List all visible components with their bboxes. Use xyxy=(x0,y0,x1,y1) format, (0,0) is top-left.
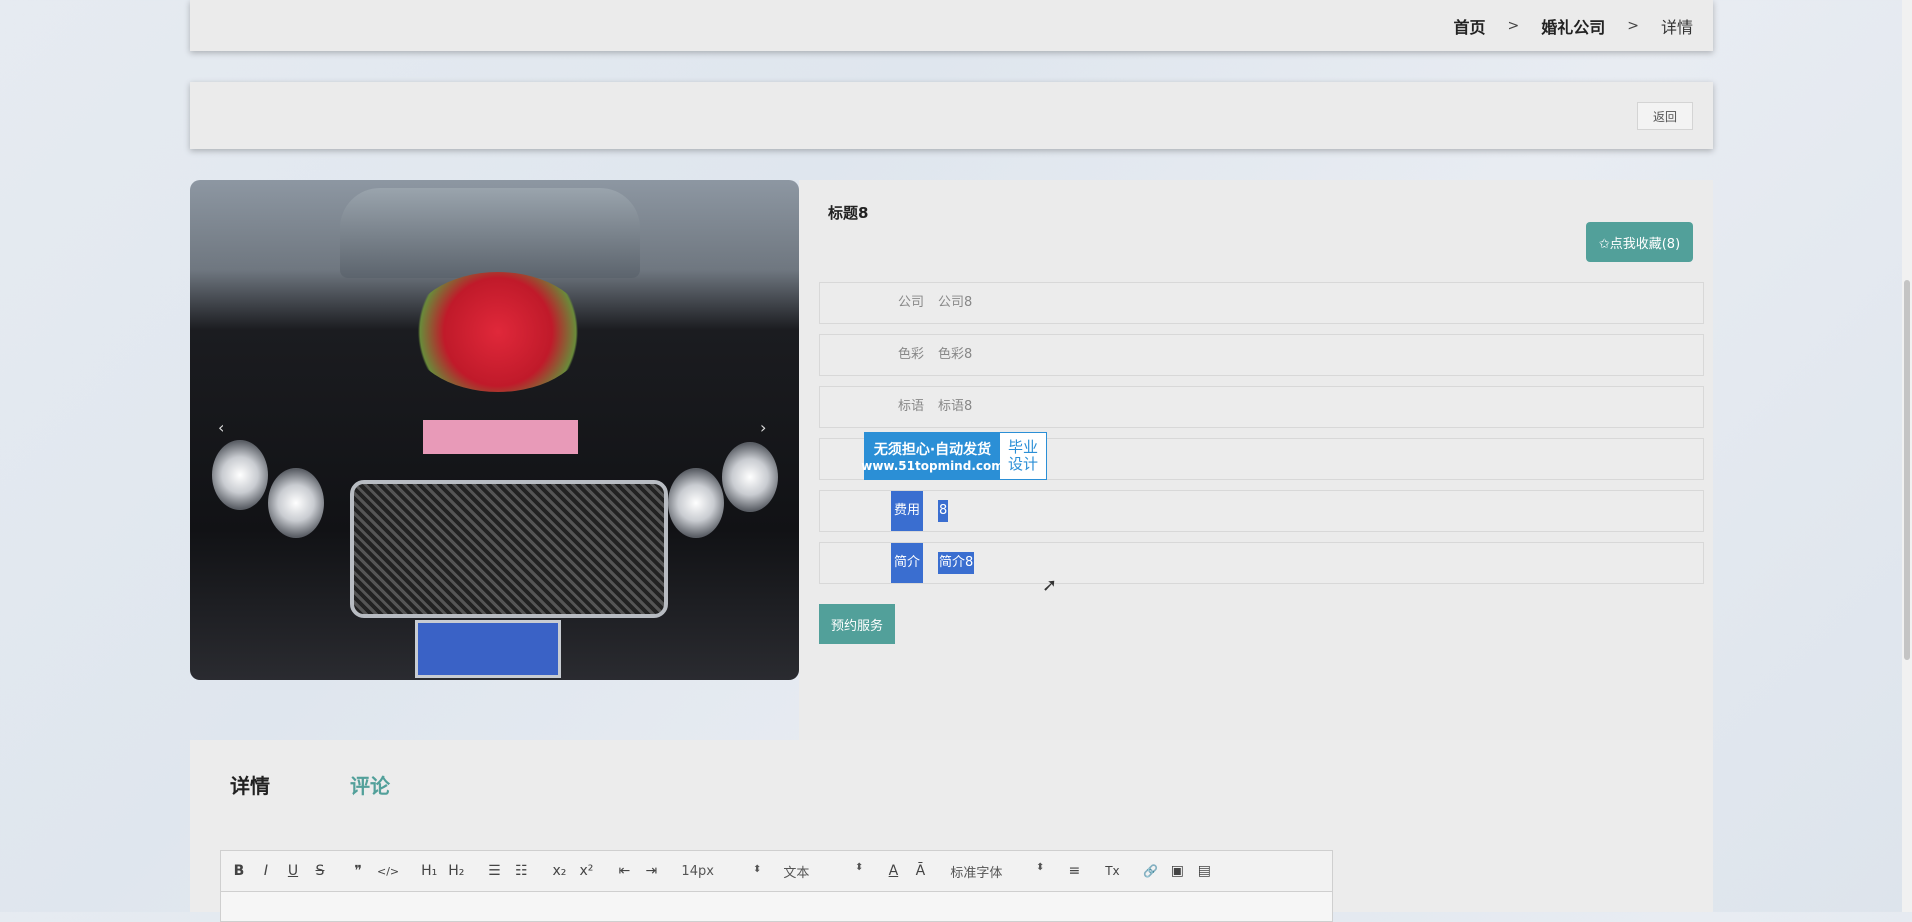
field-value: 标语8 xyxy=(938,399,973,414)
font-size-select[interactable]: 14px ⬍ xyxy=(681,864,761,879)
font-size-value: 14px xyxy=(681,863,714,879)
link-icon[interactable]: 🔗 xyxy=(1142,864,1158,878)
field-row-price: 费用 8 xyxy=(819,490,1704,532)
ordered-list-icon[interactable]: ☰ xyxy=(486,863,502,879)
indent-icon[interactable]: ⇥ xyxy=(643,863,659,879)
heading2-icon[interactable]: H₂ xyxy=(448,863,464,879)
top-bar: 首页 > 婚礼公司 > 详情 xyxy=(190,0,1713,51)
field-label: 色彩 xyxy=(897,347,924,362)
bullet-list-icon[interactable]: ☷ xyxy=(513,863,529,879)
outdent-icon[interactable]: ⇤ xyxy=(616,863,632,879)
field-value: 公司8 xyxy=(938,295,973,310)
video-icon[interactable]: ▤ xyxy=(1196,863,1212,879)
field-value: 色彩8 xyxy=(938,347,973,362)
breadcrumb-home[interactable]: 首页 xyxy=(1453,14,1485,38)
image-icon[interactable]: ▣ xyxy=(1169,863,1185,879)
background-color-icon[interactable]: Ā xyxy=(912,863,928,879)
select-caret-icon: ⬍ xyxy=(855,861,864,873)
field-value: 8 xyxy=(938,500,949,522)
font-family-select[interactable]: 标准字体 ⬍ xyxy=(950,862,1044,881)
field-row-intro: 简介 简介8 xyxy=(819,542,1704,584)
italic-icon[interactable]: I xyxy=(258,863,274,879)
field-label: 费用 xyxy=(891,491,923,531)
headlight xyxy=(268,468,324,538)
bold-icon[interactable]: B xyxy=(231,863,247,879)
mouse-cursor-icon: ➚ xyxy=(1042,575,1058,596)
headlight xyxy=(668,468,724,538)
field-row-color: 色彩 色彩8 xyxy=(819,334,1704,376)
car-ribbon xyxy=(423,420,578,454)
underline-icon[interactable]: U xyxy=(285,863,301,879)
breadcrumb-separator: > xyxy=(1627,18,1639,34)
watermark-side-text: 设计 xyxy=(1007,455,1038,473)
font-family-value: 标准字体 xyxy=(950,865,1003,881)
tab-comments[interactable]: 评论 xyxy=(350,770,390,799)
heading1-icon[interactable]: H₁ xyxy=(421,863,437,879)
watermark-main: 无须担心·自动发货 www.51topmind.com xyxy=(861,433,1004,479)
strikethrough-icon[interactable]: S xyxy=(312,863,328,879)
watermark-slogan: 无须担心·自动发货 xyxy=(873,442,992,458)
breadcrumb-current: 详情 xyxy=(1660,18,1693,37)
action-bar: 返回 xyxy=(190,82,1713,149)
code-block-icon[interactable]: </> xyxy=(377,865,399,878)
field-row-slogan: 标语 标语8 xyxy=(819,386,1704,428)
clear-format-icon[interactable]: Tx xyxy=(1104,864,1120,878)
car-windshield xyxy=(340,188,640,278)
book-service-button[interactable]: 预约服务 xyxy=(819,604,895,644)
superscript-icon[interactable]: x² xyxy=(578,863,594,879)
watermark-side: 毕业 设计 xyxy=(1000,433,1046,479)
page-scrollbar[interactable] xyxy=(1902,0,1912,912)
headlight xyxy=(722,442,778,512)
subscript-icon[interactable]: x₂ xyxy=(551,863,567,879)
blockquote-icon[interactable]: ❞ xyxy=(350,863,366,879)
block-format-select[interactable]: 文本 ⬍ xyxy=(783,862,863,881)
flower-decoration xyxy=(408,272,588,392)
license-plate xyxy=(415,620,561,678)
field-value: 简介8 xyxy=(938,552,975,574)
back-button[interactable]: 返回 xyxy=(1637,102,1693,130)
carousel-prev-icon[interactable]: ‹ xyxy=(218,418,224,437)
breadcrumb-section[interactable]: 婚礼公司 xyxy=(1541,14,1605,38)
field-label: 公司 xyxy=(897,295,924,310)
editor-content-area[interactable] xyxy=(220,892,1333,922)
car-grille xyxy=(350,480,668,618)
product-title: 标题8 xyxy=(828,204,869,222)
breadcrumb-separator: > xyxy=(1507,18,1520,34)
editor-toolbar: B I U S ❞ </> H₁ H₂ ☰ ☷ x₂ x² ⇤ ⇥ 14px ⬍ … xyxy=(220,850,1333,892)
tab-details[interactable]: 详情 xyxy=(230,770,270,799)
breadcrumb: 首页 > 婚礼公司 > 详情 xyxy=(1453,14,1693,38)
field-label: 简介 xyxy=(891,543,923,583)
headlight xyxy=(212,440,268,510)
carousel-next-icon[interactable]: › xyxy=(760,418,766,437)
field-label: 标语 xyxy=(897,399,924,414)
font-color-icon[interactable]: A xyxy=(885,863,901,879)
field-row-company: 公司 公司8 xyxy=(819,282,1704,324)
select-caret-icon: ⬍ xyxy=(1036,861,1045,873)
favorite-button[interactable]: ✩点我收藏(8) xyxy=(1586,222,1693,262)
watermark-badge: 无须担心·自动发货 www.51topmind.com 毕业 设计 xyxy=(861,432,1047,480)
scrollbar-thumb[interactable] xyxy=(1904,280,1910,660)
select-caret-icon: ⬍ xyxy=(753,863,762,875)
detail-tabs-section: 详情 评论 B I U S ❞ </> H₁ H₂ ☰ ☷ x₂ x² ⇤ ⇥ … xyxy=(190,740,1713,922)
align-icon[interactable]: ≡ xyxy=(1066,863,1082,879)
watermark-side-text: 毕业 xyxy=(1007,438,1038,456)
block-format-value: 文本 xyxy=(783,865,810,881)
product-image-carousel[interactable]: ‹ › xyxy=(190,180,799,680)
watermark-url: www.51topmind.com xyxy=(861,459,1004,473)
